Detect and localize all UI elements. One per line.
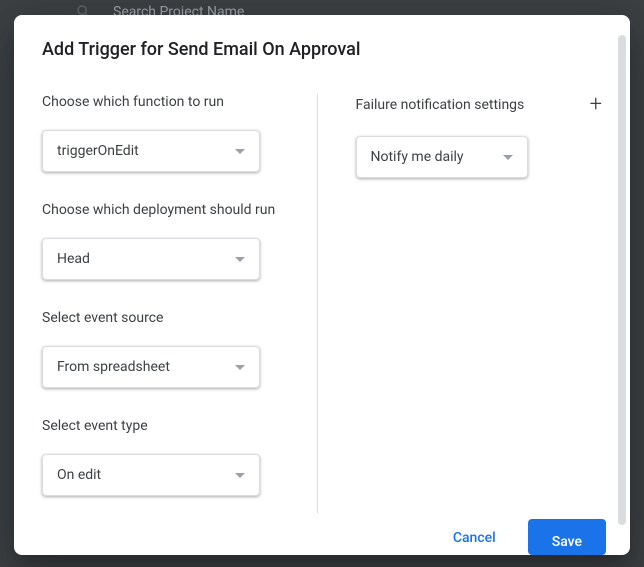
left-column: Choose which function to run triggerOnEd… [42,94,318,513]
failure-notification-value: Notify me daily [371,149,464,165]
right-column: Failure notification settings + Notify m… [318,94,621,513]
chevron-down-icon [235,149,245,154]
function-value: triggerOnEdit [57,143,139,159]
event-type-dropdown[interactable]: On edit [42,454,260,496]
event-type-field-group: Select event type On edit [42,418,289,496]
deployment-field-group: Choose which deployment should run Head [42,202,289,280]
function-field-group: Choose which function to run triggerOnEd… [42,94,289,172]
chevron-down-icon [503,155,513,160]
event-source-value: From spreadsheet [57,359,170,375]
chevron-down-icon [235,473,245,478]
event-source-label: Select event source [42,310,289,326]
chevron-down-icon [235,257,245,262]
failure-notification-header: Failure notification settings + [356,94,603,116]
event-source-field-group: Select event source From spreadsheet [42,310,289,388]
add-notification-icon[interactable]: + [590,94,602,116]
event-source-dropdown[interactable]: From spreadsheet [42,346,260,388]
dialog-body: Choose which function to run triggerOnEd… [14,64,630,513]
event-type-value: On edit [57,467,101,483]
save-button[interactable]: Save [528,519,606,555]
dialog-scrollbar[interactable] [618,35,626,525]
dialog-title: Add Trigger for Send Email On Approval [14,15,630,64]
function-label: Choose which function to run [42,94,289,110]
chevron-down-icon [235,365,245,370]
failure-notification-field-group: Failure notification settings + Notify m… [356,94,603,178]
dialog-footer: Cancel Save [14,513,630,555]
deployment-dropdown[interactable]: Head [42,238,260,280]
failure-notification-dropdown[interactable]: Notify me daily [356,136,528,178]
event-type-label: Select event type [42,418,289,434]
failure-notification-label: Failure notification settings [356,97,525,113]
deployment-value: Head [57,251,90,267]
add-trigger-dialog: Add Trigger for Send Email On Approval C… [14,15,630,555]
deployment-label: Choose which deployment should run [42,202,289,218]
cancel-button[interactable]: Cancel [445,522,504,554]
function-dropdown[interactable]: triggerOnEdit [42,130,260,172]
